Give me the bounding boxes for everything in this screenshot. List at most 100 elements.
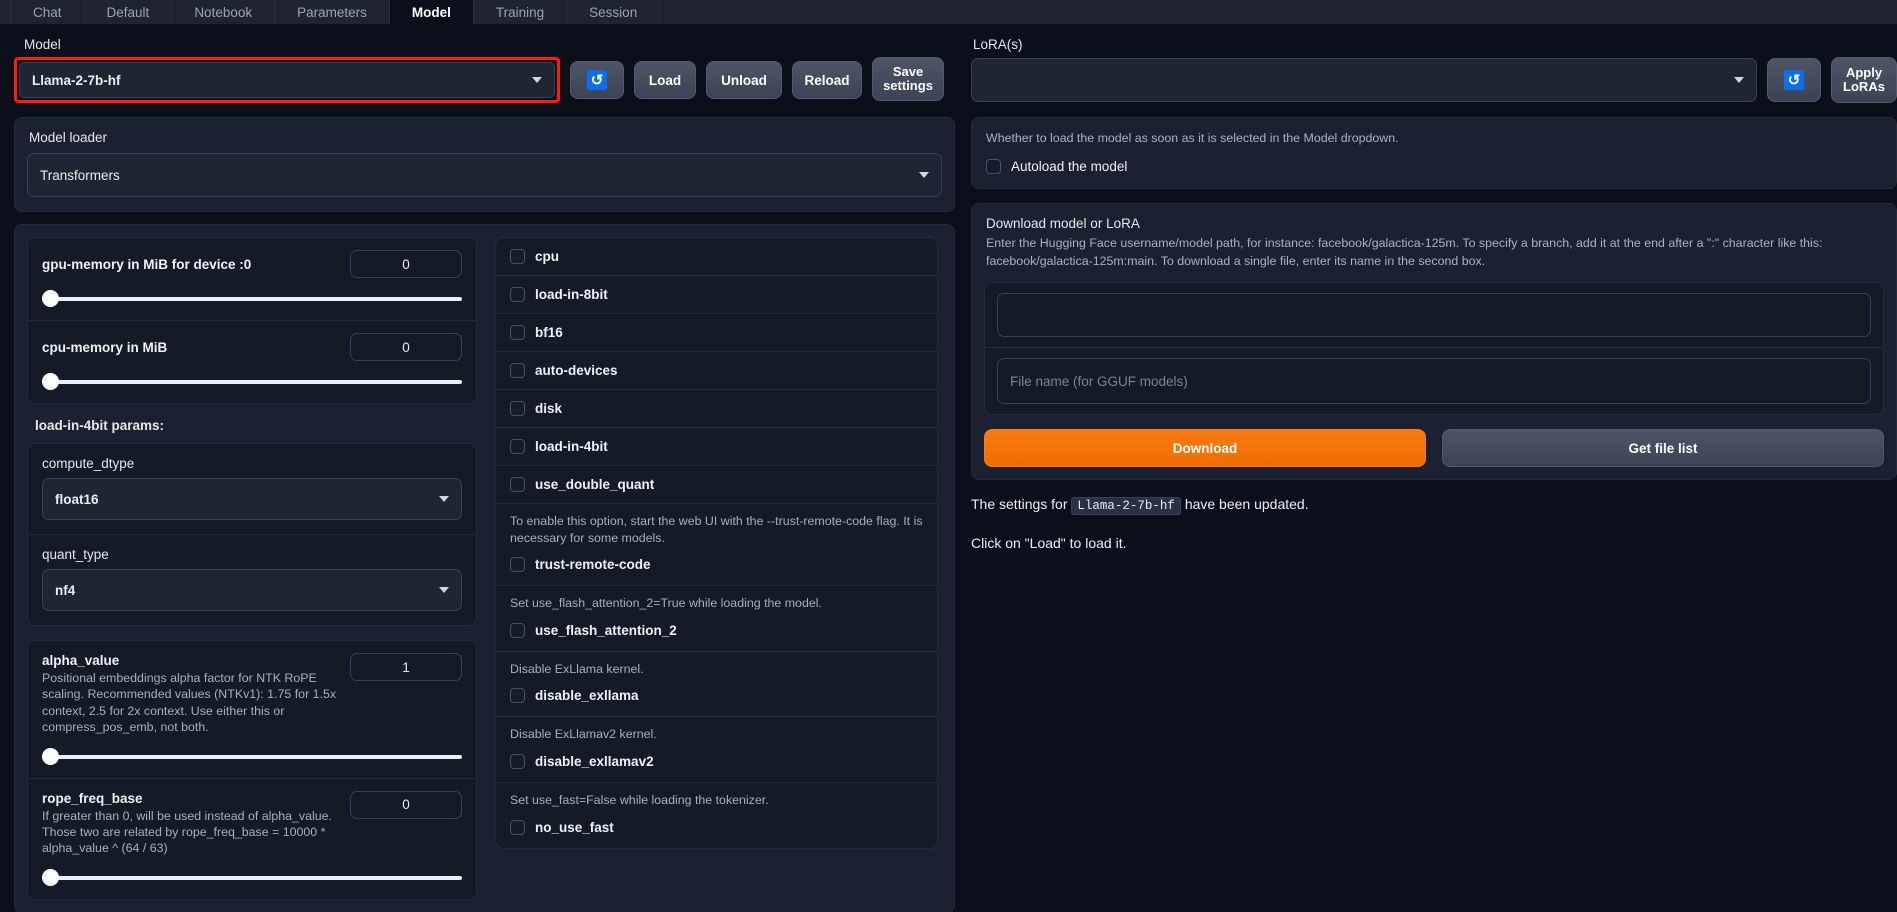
gpu-memory-label: gpu-memory in MiB for device :0 [42, 256, 252, 272]
status-suffix: have been updated. [1184, 496, 1309, 513]
slider-bar [42, 380, 462, 384]
checkbox-disk[interactable]: disk [496, 390, 937, 427]
model-flags-group: cpu load-in-8bit bf16 auto-devices disk … [495, 237, 938, 849]
rope-freq-base-track[interactable] [42, 868, 462, 887]
tab-training[interactable]: Training [472, 0, 568, 24]
refresh-loras-button[interactable]: ↺ [1767, 58, 1821, 102]
download-file-input[interactable]: File name (for GGUF models) [997, 358, 1871, 405]
save-settings-line2: settings [883, 78, 933, 93]
checkbox-cpu[interactable]: cpu [496, 238, 937, 275]
unload-button[interactable]: Unload [706, 61, 782, 99]
compute-dtype-label: compute_dtype [42, 456, 135, 471]
get-file-list-button[interactable]: Get file list [1442, 429, 1884, 468]
checkbox-autoload-the-model[interactable]: Autoload the model [986, 147, 1882, 175]
checkbox-use-double-quant[interactable]: use_double_quant [496, 466, 937, 503]
checkbox-icon[interactable] [510, 557, 525, 573]
chevron-down-icon [439, 496, 449, 502]
checkbox-load-in-4bit[interactable]: load-in-4bit [496, 428, 937, 465]
gpu-memory-track[interactable] [42, 290, 462, 308]
checkbox-label: disable_exllama [535, 688, 639, 704]
save-settings-button[interactable]: Save settings [872, 57, 944, 101]
checkbox-disable-exllama[interactable]: disable_exllama [496, 677, 937, 714]
model-loader-value: Transformers [40, 167, 120, 183]
checkbox-icon[interactable] [510, 688, 525, 704]
checkbox-trust-remote-code[interactable]: trust-remote-code [496, 546, 937, 583]
quant-type-label: quant_type [42, 547, 109, 562]
checkbox-icon[interactable] [510, 439, 525, 454]
checkbox-disable-exllamav2[interactable]: disable_exllamav2 [496, 743, 937, 780]
load-in-4bit-params-group: compute_dtype float16 quant_type nf4 [27, 443, 477, 626]
quant-type-dropdown[interactable]: nf4 [42, 569, 462, 611]
checkbox-icon[interactable] [510, 249, 525, 264]
alpha-value-track[interactable] [42, 747, 462, 766]
slider-knob[interactable] [42, 747, 59, 765]
rope-freq-base-input[interactable]: 0 [350, 790, 462, 819]
tab-parameters[interactable]: Parameters [274, 0, 390, 24]
checkbox-icon[interactable] [510, 622, 525, 638]
main-tab-bar: Chat Default Notebook Parameters Model T… [0, 0, 1897, 25]
checkbox-bf16[interactable]: bf16 [496, 314, 937, 351]
gpu-memory-value[interactable]: 0 [350, 250, 462, 278]
checkbox-icon[interactable] [510, 754, 525, 770]
slider-knob[interactable] [42, 373, 59, 390]
quant-type-field: quant_type nf4 [28, 535, 476, 625]
checkbox-label: cpu [535, 249, 560, 264]
tab-notebook[interactable]: Notebook [171, 0, 276, 24]
reload-button[interactable]: Reload [792, 61, 862, 99]
tab-default[interactable]: Default [83, 0, 173, 24]
checkbox-icon[interactable] [510, 819, 525, 835]
chevron-down-icon [439, 587, 449, 593]
slider-knob[interactable] [42, 290, 59, 307]
slider-knob[interactable] [42, 868, 59, 886]
right-column: LoRA(s) ↺ Apply LoRAs Whether to load th… [971, 25, 1897, 912]
status-load-hint: Click on "Load" to load it. [971, 535, 1127, 552]
checkbox-icon[interactable] [510, 363, 525, 378]
apply-loras-button[interactable]: Apply LoRAs [1831, 57, 1897, 103]
lora-dropdown[interactable] [971, 58, 1757, 102]
checkbox-column: cpu load-in-8bit bf16 auto-devices disk … [495, 237, 938, 900]
trust-remote-code-help: To enable this option, start the web UI … [510, 514, 923, 545]
quant-type-value: nf4 [55, 582, 76, 598]
checkbox-label: use_flash_attention_2 [535, 622, 677, 638]
checkbox-icon[interactable] [510, 477, 525, 492]
checkbox-icon[interactable] [510, 401, 525, 416]
download-button[interactable]: Download [984, 429, 1426, 468]
model-loader-dropdown[interactable]: Transformers [27, 153, 942, 197]
alpha-value-input[interactable]: 1 [350, 653, 462, 681]
lora-selection-row: ↺ Apply LoRAs [971, 57, 1897, 103]
slider-bar [42, 754, 462, 759]
model-selection-row: Llama-2-7b-hf ↺ Load Unload Reload Save … [14, 57, 955, 103]
checkbox-icon[interactable] [510, 287, 525, 302]
disable-exllamav2-group: Disable ExLlamav2 kernel. disable_exllam… [496, 717, 937, 782]
status-settings-updated: The settings for Llama-2-7b-hf have been… [971, 496, 1897, 516]
no-use-fast-help: Set use_fast=False while loading the tok… [510, 793, 769, 808]
checkbox-auto-devices[interactable]: auto-devices [496, 352, 937, 389]
download-title: Download model or LoRA [986, 216, 1140, 232]
tab-model[interactable]: Model [388, 0, 474, 24]
model-dropdown[interactable]: Llama-2-7b-hf [19, 62, 555, 98]
checkbox-icon[interactable] [986, 159, 1001, 175]
cpu-memory-track[interactable] [42, 373, 462, 391]
cpu-memory-slider: cpu-memory in MiB 0 [28, 321, 476, 403]
download-panel: Download model or LoRA Enter the Hugging… [971, 203, 1897, 481]
refresh-models-button[interactable]: ↺ [570, 61, 624, 99]
model-loader-panel: Model loader Transformers [14, 117, 955, 212]
load-button[interactable]: Load [634, 61, 696, 99]
checkbox-no-use-fast[interactable]: no_use_fast [496, 809, 937, 846]
chevron-down-icon [1734, 77, 1744, 83]
status-prefix: The settings for [971, 496, 1068, 513]
apply-loras-line1: Apply [1845, 65, 1883, 81]
tab-session[interactable]: Session [566, 0, 661, 24]
checkbox-label: use_double_quant [535, 477, 655, 492]
checkbox-label: bf16 [535, 325, 563, 340]
compute-dtype-dropdown[interactable]: float16 [42, 478, 462, 520]
checkbox-use-flash-attention-2[interactable]: use_flash_attention_2 [496, 612, 937, 649]
checkbox-load-in-8bit[interactable]: load-in-8bit [496, 276, 937, 313]
autoload-help: Whether to load the model as soon as it … [986, 131, 1399, 145]
tab-chat[interactable]: Chat [10, 0, 85, 24]
cpu-memory-value[interactable]: 0 [350, 333, 462, 361]
memory-sliders-group: gpu-memory in MiB for device :0 0 cpu-me… [27, 237, 477, 404]
download-repo-input[interactable] [997, 293, 1871, 338]
disable-exllama-group: Disable ExLlama kernel. disable_exllama [496, 652, 937, 717]
checkbox-icon[interactable] [510, 325, 525, 340]
